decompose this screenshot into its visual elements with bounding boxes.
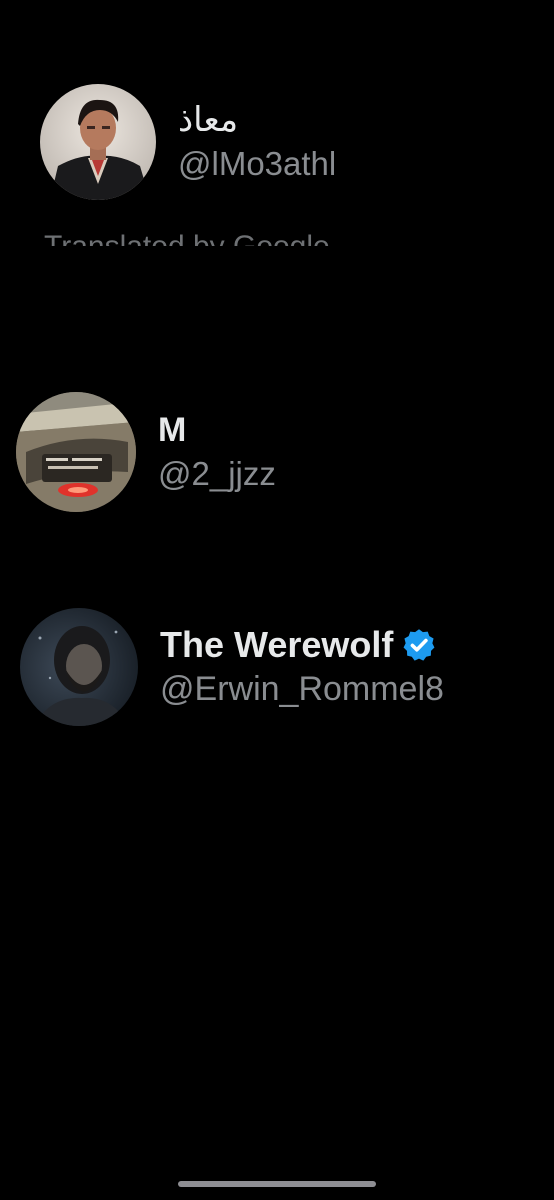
display-name-1-text: معاذ	[178, 99, 239, 140]
user-text-3: The Werewolf @Erwin_Rommel8	[160, 624, 444, 710]
display-name-2: M	[158, 411, 276, 450]
user-cell-2[interactable]: M @2_jjzz	[0, 392, 554, 512]
home-indicator[interactable]	[178, 1181, 376, 1187]
verified-badge-icon	[401, 627, 437, 663]
handle-2: @2_jjzz	[158, 454, 276, 492]
display-name-3-text: The Werewolf	[160, 623, 394, 665]
user-cell-3[interactable]: The Werewolf @Erwin_Rommel8	[0, 608, 554, 726]
display-name-2-text: M	[158, 410, 187, 449]
display-name-3: The Werewolf	[160, 624, 444, 665]
handle-3: @Erwin_Rommel8	[160, 670, 444, 709]
handle-1: @lMo3athl	[178, 144, 337, 182]
user-text-2: M @2_jjzz	[158, 411, 276, 494]
user-avatar-1[interactable]	[40, 84, 156, 200]
translated-by-google-partial: Translated by Google	[44, 232, 404, 246]
user-text-1: معاذ @lMo3athl	[178, 99, 337, 184]
display-name-1: معاذ	[178, 99, 336, 140]
user-avatar-2[interactable]	[16, 392, 136, 512]
user-avatar-3[interactable]	[20, 608, 138, 726]
user-cell-1[interactable]: معاذ @lMo3athl	[0, 84, 554, 200]
